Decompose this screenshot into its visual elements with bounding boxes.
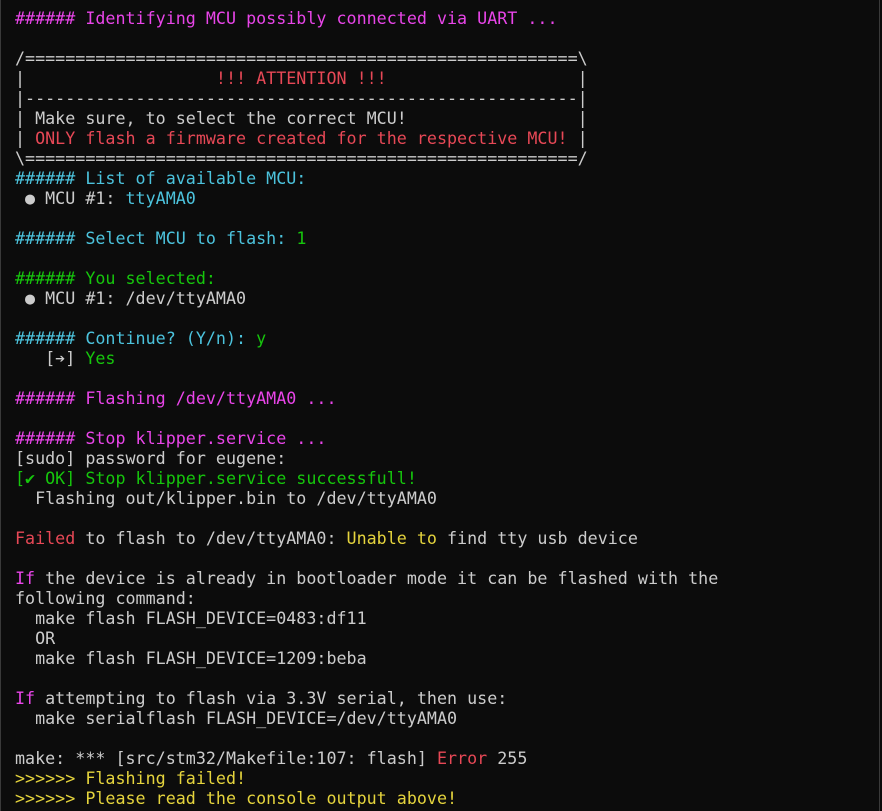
- terminal-text: ● MCU #1: /dev/ttyAMA0: [15, 288, 247, 308]
- terminal-output: ###### Identifying MCU possibly connecte…: [15, 8, 879, 808]
- terminal-text: ###### List of available MCU:: [15, 168, 307, 188]
- terminal-line: ###### Continue? (Y/n): y: [15, 328, 879, 348]
- terminal-line: ###### Identifying MCU possibly connecte…: [15, 8, 879, 28]
- terminal-text: [➔]: [15, 348, 86, 368]
- terminal-text: \=======================================…: [15, 148, 588, 168]
- terminal-text: |: [577, 68, 588, 88]
- terminal-line: ###### Flashing /dev/ttyAMA0 ...: [15, 388, 879, 408]
- terminal-line: following command:: [15, 588, 879, 608]
- terminal-text: make flash FLASH_DEVICE=0483:df11: [15, 608, 367, 628]
- terminal-line: [sudo] password for eugene:: [15, 448, 879, 468]
- terminal-text: ###### Stop klipper.service ...: [15, 428, 327, 448]
- terminal-text: | Make sure, to select the correct MCU! …: [15, 108, 588, 128]
- terminal-text: Error: [436, 748, 488, 768]
- terminal-text: ###### You selected:: [15, 268, 216, 288]
- terminal-line: /=======================================…: [15, 48, 879, 68]
- terminal-text: ###### Select MCU to flash:: [15, 228, 297, 248]
- terminal-text: /=======================================…: [15, 48, 588, 68]
- terminal-line: | ONLY flash a firmware created for the …: [15, 128, 879, 148]
- terminal-text: to flash to /dev/ttyAMA0:: [75, 528, 347, 548]
- terminal-line: ● MCU #1: /dev/ttyAMA0: [15, 288, 879, 308]
- terminal-line: | Make sure, to select the correct MCU! …: [15, 108, 879, 128]
- terminal-line: [➔] Yes: [15, 348, 879, 368]
- terminal-text: [✔ OK] Stop klipper.service successfull!: [15, 468, 417, 488]
- terminal-line: | !!! ATTENTION !!! |: [15, 68, 879, 88]
- terminal-text: the device is already in bootloader mode…: [35, 568, 719, 588]
- terminal-text: y: [256, 328, 267, 348]
- terminal-line: |---------------------------------------…: [15, 88, 879, 108]
- terminal-text: If: [15, 568, 36, 588]
- terminal-text: If: [15, 688, 36, 708]
- terminal-text: ● MCU #1:: [15, 188, 126, 208]
- terminal-line: OR: [15, 628, 879, 648]
- terminal-text: >>>>>> Please read the console output ab…: [15, 788, 458, 808]
- terminal-line: make: *** [src/stm32/Makefile:107: flash…: [15, 748, 879, 768]
- terminal-text: Flashing out/klipper.bin to /dev/ttyAMA0: [15, 488, 437, 508]
- terminal-text: ###### Identifying MCU possibly connecte…: [15, 8, 558, 28]
- terminal-line: If the device is already in bootloader m…: [15, 568, 879, 588]
- terminal-text: ttyAMA0: [125, 188, 196, 208]
- terminal-line: ###### List of available MCU:: [15, 168, 879, 188]
- terminal-text: make serialflash FLASH_DEVICE=/dev/ttyAM…: [15, 708, 458, 728]
- terminal-text: following command:: [15, 588, 196, 608]
- terminal-line: >>>>>> Please read the console output ab…: [15, 788, 879, 808]
- terminal-text: attempting to flash via 3.3V serial, the…: [35, 688, 508, 708]
- terminal-text: make flash FLASH_DEVICE=1209:beba: [15, 648, 367, 668]
- terminal-text: [sudo] password for eugene:: [15, 448, 287, 468]
- terminal-text: 1: [296, 228, 307, 248]
- terminal-line: ###### Stop klipper.service ...: [15, 428, 879, 448]
- terminal-line: \=======================================…: [15, 148, 879, 168]
- terminal-text: |: [15, 68, 26, 88]
- terminal-line: make flash FLASH_DEVICE=0483:df11: [15, 608, 879, 628]
- terminal-line: Failed to flash to /dev/ttyAMA0: Unable …: [15, 528, 879, 548]
- terminal-text: OR: [15, 628, 56, 648]
- terminal-line: ###### Select MCU to flash: 1: [15, 228, 879, 248]
- terminal-window[interactable]: ###### Identifying MCU possibly connecte…: [0, 0, 880, 811]
- terminal-line: make flash FLASH_DEVICE=1209:beba: [15, 648, 879, 668]
- terminal-text: ###### Flashing /dev/ttyAMA0 ...: [15, 388, 337, 408]
- terminal-line: >>>>>> Flashing failed!: [15, 768, 879, 788]
- terminal-text: >>>>>> Flashing failed!: [15, 768, 247, 788]
- terminal-text: Failed: [15, 528, 76, 548]
- terminal-text: Unable to: [346, 528, 437, 548]
- terminal-text: 255: [487, 748, 528, 768]
- terminal-text: find tty usb device: [436, 528, 638, 548]
- terminal-text: !!! ATTENTION !!!: [25, 68, 578, 88]
- terminal-line: ● MCU #1: ttyAMA0: [15, 188, 879, 208]
- terminal-line: If attempting to flash via 3.3V serial, …: [15, 688, 879, 708]
- terminal-line: Flashing out/klipper.bin to /dev/ttyAMA0: [15, 488, 879, 508]
- terminal-text: |---------------------------------------…: [15, 88, 588, 108]
- terminal-text: ###### Continue? (Y/n):: [15, 328, 257, 348]
- terminal-line: make serialflash FLASH_DEVICE=/dev/ttyAM…: [15, 708, 879, 728]
- terminal-line: [✔ OK] Stop klipper.service successfull!: [15, 468, 879, 488]
- terminal-text: |: [15, 128, 36, 148]
- terminal-line: ###### You selected:: [15, 268, 879, 288]
- terminal-text: |: [567, 128, 588, 148]
- terminal-text: Yes: [85, 348, 116, 368]
- terminal-text: make: *** [src/stm32/Makefile:107: flash…: [15, 748, 437, 768]
- terminal-text: ONLY flash a firmware created for the re…: [35, 128, 568, 148]
